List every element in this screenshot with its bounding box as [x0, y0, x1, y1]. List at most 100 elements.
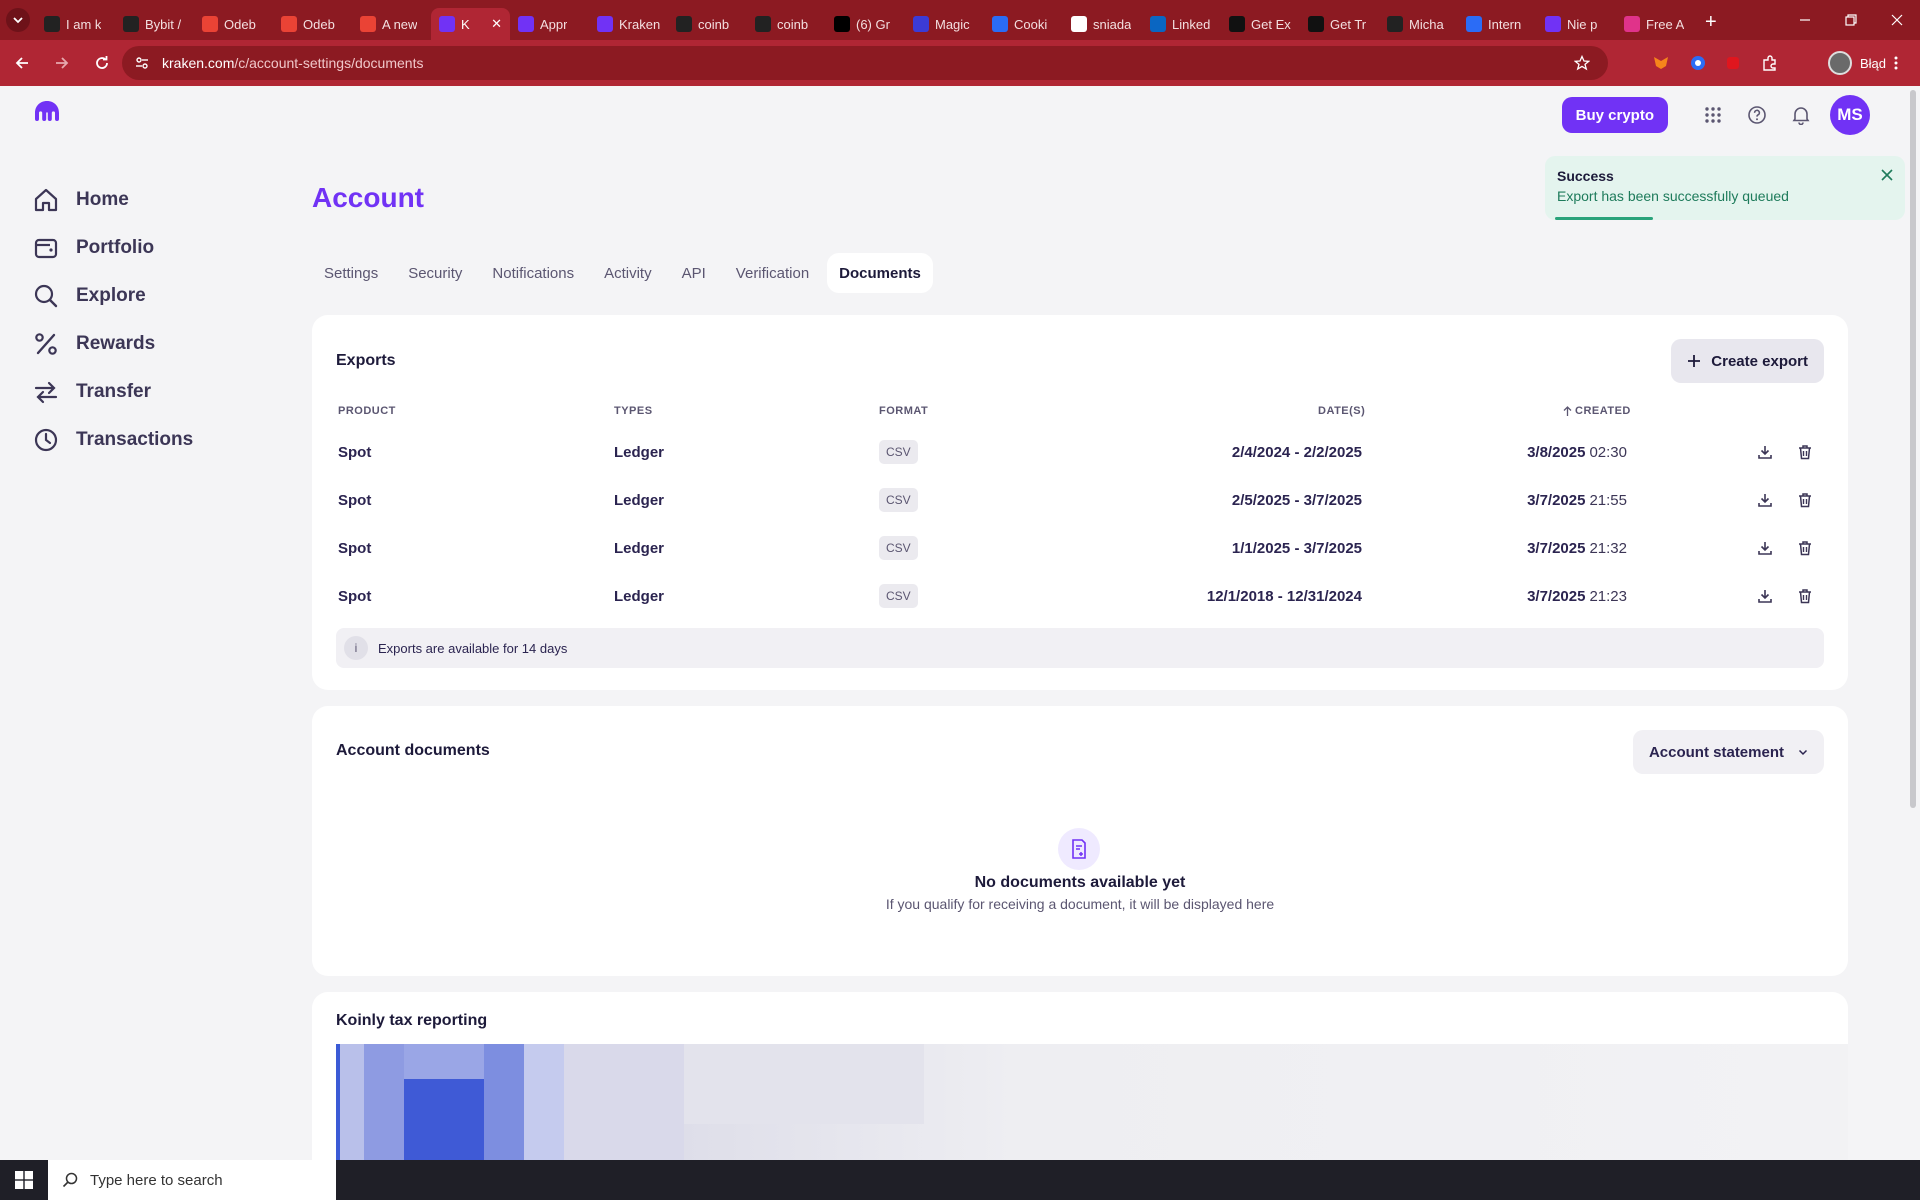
- extensions-puzzle-icon[interactable]: [1757, 50, 1783, 76]
- browser-tab[interactable]: Kraken: [589, 8, 668, 40]
- metamask-extension-icon[interactable]: [1648, 50, 1674, 76]
- koinly-banner-image[interactable]: [336, 1044, 1848, 1160]
- browser-tab[interactable]: sniada: [1063, 8, 1142, 40]
- browser-tab[interactable]: Intern: [1458, 8, 1537, 40]
- linkedin-icon: [1150, 16, 1166, 32]
- plus-icon: [1688, 355, 1701, 367]
- browser-tab[interactable]: Odeb: [273, 8, 352, 40]
- export-created-date: 3/8/2025: [1527, 443, 1586, 461]
- browser-tab[interactable]: A new: [352, 8, 431, 40]
- restore-button[interactable]: [1828, 0, 1874, 40]
- browser-tab[interactable]: (6) Gr: [826, 8, 905, 40]
- page-scrollbar[interactable]: [1906, 86, 1920, 1160]
- tab-verification[interactable]: Verification: [724, 253, 821, 293]
- scrollbar-thumb[interactable]: [1910, 90, 1916, 808]
- browser-tab[interactable]: Bybit /: [115, 8, 194, 40]
- badge-icon: [44, 16, 60, 32]
- success-toast: Success Export has been successfully que…: [1545, 156, 1905, 220]
- taskbar-search-placeholder: Type here to search: [90, 1171, 223, 1189]
- bookmark-star-icon[interactable]: [1574, 55, 1590, 71]
- new-tab-button[interactable]: +: [1705, 11, 1717, 34]
- download-button[interactable]: [1753, 536, 1777, 560]
- browser-tab[interactable]: Get Ex: [1221, 8, 1300, 40]
- tab-documents[interactable]: Documents: [827, 253, 933, 293]
- browser-tab[interactable]: Free A: [1616, 8, 1695, 40]
- back-button[interactable]: [4, 45, 40, 81]
- browser-tab[interactable]: Get Tr: [1300, 8, 1379, 40]
- delete-button[interactable]: [1793, 584, 1817, 608]
- sidebar-item-explore[interactable]: Explore: [32, 272, 193, 320]
- column-header-dates[interactable]: DATE(S): [1318, 405, 1365, 417]
- tab-notifications[interactable]: Notifications: [480, 253, 586, 293]
- browser-tab[interactable]: K ✕: [431, 8, 510, 40]
- trash-icon: [1797, 588, 1813, 604]
- tab-search-button[interactable]: [0, 0, 36, 40]
- browser-tab[interactable]: Nie p: [1537, 8, 1616, 40]
- browser-tab[interactable]: Odeb: [194, 8, 273, 40]
- browser-tab[interactable]: Magic: [905, 8, 984, 40]
- tab-activity[interactable]: Activity: [592, 253, 664, 293]
- extension-red-icon[interactable]: [1720, 50, 1746, 76]
- windows-logo-icon: [15, 1171, 33, 1189]
- koinly-title: Koinly tax reporting: [336, 1012, 488, 1029]
- notifications-button[interactable]: [1786, 100, 1816, 130]
- browser-tab[interactable]: coinb: [668, 8, 747, 40]
- sidebar-item-transfer[interactable]: Transfer: [32, 368, 193, 416]
- openai-icon: [123, 16, 139, 32]
- url-path: /c/account-settings/documents: [234, 55, 424, 71]
- start-button[interactable]: [0, 1160, 48, 1200]
- browser-tab[interactable]: Cooki: [984, 8, 1063, 40]
- export-created: 3/7/2025 21:23: [1527, 572, 1627, 620]
- extension-blue-icon[interactable]: [1685, 50, 1711, 76]
- create-export-label: Create export: [1711, 352, 1808, 370]
- github-icon: [1387, 16, 1403, 32]
- download-button[interactable]: [1753, 440, 1777, 464]
- export-date-range: 12/1/2018 - 12/31/2024: [1206, 587, 1362, 605]
- tab-settings[interactable]: Settings: [312, 253, 390, 293]
- download-button[interactable]: [1753, 488, 1777, 512]
- kraken-logo[interactable]: [34, 100, 60, 127]
- sidebar-item-home[interactable]: Home: [32, 176, 193, 224]
- site-info-icon[interactable]: [134, 55, 150, 71]
- forward-button[interactable]: [44, 45, 80, 81]
- browser-tab-title: A new: [382, 16, 418, 32]
- reload-button[interactable]: [84, 45, 120, 81]
- sidebar-item-rewards[interactable]: Rewards: [32, 320, 193, 368]
- tab-security[interactable]: Security: [396, 253, 474, 293]
- browser-tab[interactable]: coinb: [747, 8, 826, 40]
- sidebar-item-portfolio[interactable]: Portfolio: [32, 224, 193, 272]
- address-bar[interactable]: kraken.com/c/account-settings/documents: [122, 46, 1608, 80]
- taskbar-search[interactable]: Type here to search: [48, 1160, 336, 1200]
- delete-button[interactable]: [1793, 440, 1817, 464]
- delete-button[interactable]: [1793, 488, 1817, 512]
- close-window-button[interactable]: [1874, 0, 1920, 40]
- sidebar-item-label: Portfolio: [76, 237, 155, 258]
- help-button[interactable]: [1742, 100, 1772, 130]
- minimize-button[interactable]: [1782, 0, 1828, 40]
- browser-tab-title: Free A: [1646, 16, 1685, 32]
- create-export-button[interactable]: Create export: [1671, 339, 1824, 383]
- browser-tab[interactable]: Micha: [1379, 8, 1458, 40]
- export-type: Ledger: [614, 539, 665, 557]
- apps-grid-button[interactable]: [1698, 100, 1728, 130]
- delete-button[interactable]: [1793, 536, 1817, 560]
- profile-error-label: Błąd: [1859, 55, 1886, 71]
- download-button[interactable]: [1753, 584, 1777, 608]
- user-avatar[interactable]: MS: [1830, 95, 1870, 135]
- bell-icon: [1792, 107, 1810, 125]
- browser-tab-title: coinb: [777, 16, 809, 32]
- tab-api[interactable]: API: [670, 253, 718, 293]
- browser-tab[interactable]: I am k: [36, 8, 115, 40]
- google-icon: [1071, 16, 1087, 32]
- browser-tab[interactable]: Linked: [1142, 8, 1221, 40]
- close-tab-icon[interactable]: ✕: [491, 16, 502, 32]
- profile-error-pill[interactable]: Błąd: [1827, 48, 1898, 78]
- buy-crypto-button[interactable]: Buy crypto: [1561, 97, 1668, 133]
- column-header-created[interactable]: CREATED: [1563, 405, 1631, 417]
- empty-state-title: No documents available yet: [974, 874, 1186, 891]
- document-type-select[interactable]: Account statement: [1632, 730, 1824, 774]
- toast-close-button[interactable]: [1881, 168, 1893, 186]
- browser-tab[interactable]: Appr: [510, 8, 589, 40]
- sidebar-item-transactions[interactable]: Transactions: [32, 416, 193, 464]
- export-type: Ledger: [614, 443, 665, 461]
